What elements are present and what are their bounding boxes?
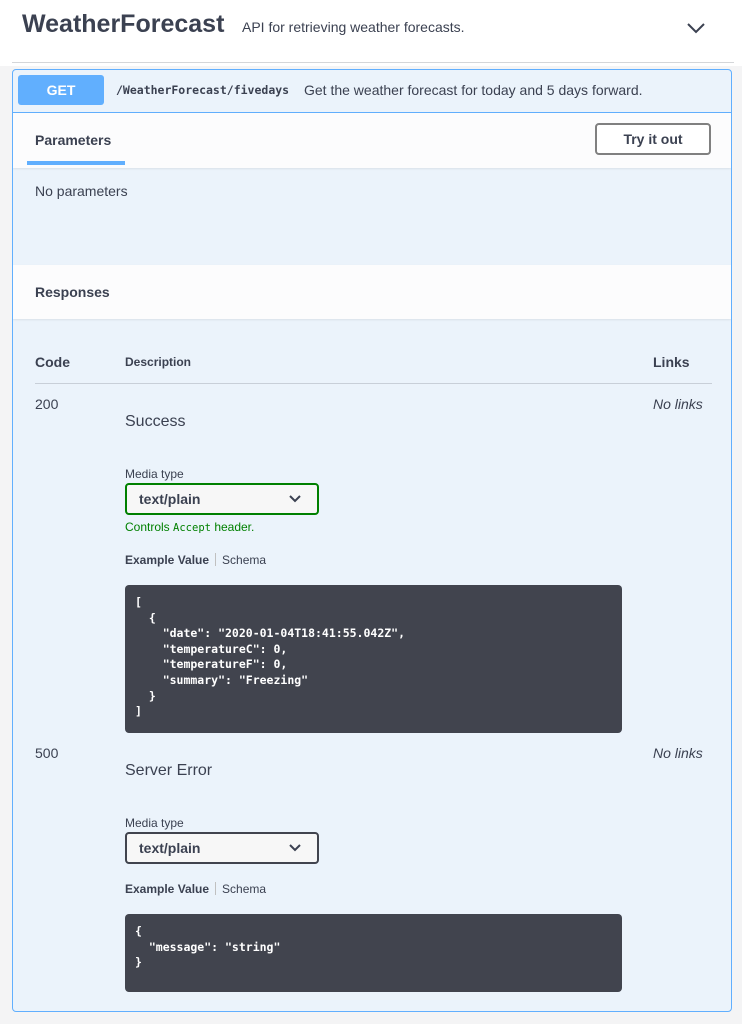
example-schema-tabs-200: Example Value Schema [125, 553, 266, 567]
column-header-code: Code [35, 354, 70, 370]
example-json-500: { "message": "string" } [135, 924, 281, 970]
tag-section[interactable]: WeatherForecast API for retrieving weath… [0, 0, 742, 66]
tab-parameters[interactable]: Parameters [35, 132, 111, 148]
column-header-description: Description [125, 355, 192, 369]
response-links-200: No links [653, 396, 703, 412]
tab-example-value[interactable]: Example Value [125, 882, 209, 896]
tab-schema[interactable]: Schema [222, 553, 266, 567]
operation-summary[interactable]: GET /WeatherForecast/fivedays Get the we… [13, 70, 731, 113]
operation-summary-text: Get the weather forecast for today and 5… [304, 82, 643, 98]
responses-title: Responses [35, 284, 110, 300]
tag-description: API for retrieving weather forecasts. [242, 19, 465, 35]
parameters-header: Parameters Try it out [13, 113, 731, 168]
chevron-down-icon [289, 844, 301, 852]
chevron-down-icon[interactable] [684, 16, 708, 40]
example-json-200: [ { "date": "2020-01-04T18:41:55.042Z", … [135, 595, 406, 719]
media-type-value: text/plain [139, 840, 201, 856]
no-parameters-text: No parameters [35, 183, 128, 199]
media-type-label: Media type [125, 467, 184, 481]
example-code-block-500: { "message": "string" } [125, 914, 622, 992]
tag-divider [12, 62, 734, 63]
operation-block: GET /WeatherForecast/fivedays Get the we… [12, 69, 732, 1012]
example-code-block-200: [ { "date": "2020-01-04T18:41:55.042Z", … [125, 585, 622, 733]
response-description-200: Success [125, 413, 186, 430]
header-divider [35, 383, 712, 384]
column-header-links: Links [653, 354, 690, 370]
tab-example-value[interactable]: Example Value [125, 553, 209, 567]
media-type-select-200[interactable]: text/plain [125, 483, 319, 515]
tab-schema[interactable]: Schema [222, 882, 266, 896]
example-schema-tabs-500: Example Value Schema [125, 882, 266, 896]
tab-separator [215, 553, 217, 566]
tab-separator [215, 882, 217, 895]
operation-path: /WeatherForecast/fivedays [116, 83, 290, 97]
tag-title[interactable]: WeatherForecast [22, 10, 224, 39]
response-description-500: Server Error [125, 762, 213, 779]
try-it-out-button[interactable]: Try it out [595, 123, 711, 155]
controls-accept-note: Controls Accept header. [125, 520, 255, 534]
media-type-select-500[interactable]: text/plain [125, 832, 319, 864]
response-code-200: 200 [35, 396, 59, 412]
chevron-down-icon [289, 495, 301, 503]
responses-header: Responses [13, 265, 731, 319]
media-type-label: Media type [125, 816, 184, 830]
response-code-500: 500 [35, 745, 59, 761]
media-type-value: text/plain [139, 491, 201, 507]
method-badge: GET [18, 75, 104, 105]
tab-active-indicator [27, 161, 125, 165]
response-links-500: No links [653, 745, 703, 761]
